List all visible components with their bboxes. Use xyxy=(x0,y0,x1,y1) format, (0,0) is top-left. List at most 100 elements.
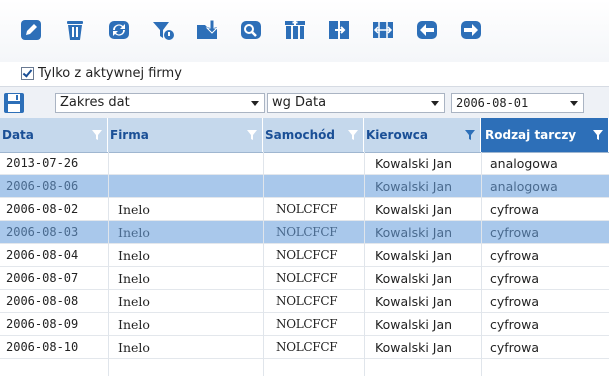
delete-button[interactable] xyxy=(63,18,87,42)
cell-rodzaj-tarczy: cyfrowa xyxy=(490,271,540,286)
trash-icon xyxy=(67,21,83,40)
cell-kierowca: Kowalski Jan xyxy=(375,294,453,309)
column-header-rodzaj-tarczy[interactable]: Rodzaj tarczy xyxy=(481,118,609,152)
column-header-kierowca[interactable]: Kierowca xyxy=(364,118,481,152)
column-divider xyxy=(481,152,482,376)
active-company-label: Tylko z aktywnej firmy xyxy=(38,65,182,81)
folder-download-icon xyxy=(197,19,219,39)
refresh-button[interactable] xyxy=(107,18,131,42)
cell-samochod: NOLCFCF xyxy=(276,294,338,308)
column-header-samochod[interactable]: Samochód xyxy=(263,118,364,152)
table-row[interactable]: 2006-08-10 Inelo NOLCFCF Kowalski Jan cy… xyxy=(0,336,609,359)
date-picker[interactable]: 2006-08-01 xyxy=(451,93,584,113)
active-company-checkbox[interactable] xyxy=(21,66,34,80)
cell-samochod: NOLCFCF xyxy=(276,317,338,331)
filter-icon[interactable] xyxy=(348,130,358,140)
grid-header: Data Firma Samochód Kierowca Rodzaj tarc… xyxy=(0,118,609,153)
cell-firma: Inelo xyxy=(118,248,150,263)
cell-rodzaj-tarczy: analogowa xyxy=(490,156,558,171)
cell-kierowca: Kowalski Jan xyxy=(375,202,453,217)
filter-clear-icon xyxy=(153,22,174,40)
cell-kierowca: Kowalski Jan xyxy=(375,271,453,286)
arrow-right-icon xyxy=(461,21,481,39)
chevron-down-icon xyxy=(570,101,578,106)
filter-icon[interactable] xyxy=(593,130,603,140)
table-row[interactable]: 2006-08-07 Inelo NOLCFCF Kowalski Jan cy… xyxy=(0,267,609,290)
pencil-icon xyxy=(21,20,41,40)
cell-kierowca: Kowalski Jan xyxy=(375,225,453,240)
table-row[interactable]: 2006-08-06 Kowalski Jan analogowa xyxy=(0,175,609,198)
columns-button[interactable] xyxy=(283,18,307,42)
column-header-label: Kierowca xyxy=(366,128,429,142)
table-row[interactable]: 2006-08-08 Inelo NOLCFCF Kowalski Jan cy… xyxy=(0,290,609,313)
refresh-icon xyxy=(109,21,129,39)
export-button[interactable] xyxy=(327,18,351,42)
cell-samochod: NOLCFCF xyxy=(276,225,338,239)
table-row[interactable]: 2006-08-03 Inelo NOLCFCF Kowalski Jan cy… xyxy=(0,221,609,244)
import-button[interactable] xyxy=(195,18,219,42)
cell-rodzaj-tarczy: cyfrowa xyxy=(490,248,540,263)
columns-icon xyxy=(285,20,305,39)
search-icon xyxy=(241,21,261,39)
cell-samochod: NOLCFCF xyxy=(276,340,338,354)
cell-kierowca: Kowalski Jan xyxy=(375,156,453,171)
forward-button[interactable] xyxy=(459,18,483,42)
filter-icon[interactable] xyxy=(247,130,257,140)
cell-rodzaj-tarczy: analogowa xyxy=(490,179,558,194)
cell-rodzaj-tarczy: cyfrowa xyxy=(490,340,540,355)
column-header-firma[interactable]: Firma xyxy=(108,118,263,152)
arrow-left-icon xyxy=(417,21,437,39)
field-value: wg Data xyxy=(272,95,327,110)
table-row[interactable]: 2006-08-04 Inelo NOLCFCF Kowalski Jan cy… xyxy=(0,244,609,267)
cell-firma: Inelo xyxy=(118,202,150,217)
fit-width-icon xyxy=(373,22,393,38)
column-divider xyxy=(364,152,365,376)
search-button[interactable] xyxy=(239,18,263,42)
field-select[interactable]: wg Data xyxy=(267,93,445,113)
cell-kierowca: Kowalski Jan xyxy=(375,179,453,194)
column-header-label: Rodzaj tarczy xyxy=(485,128,577,142)
date-range-select[interactable]: Zakres dat xyxy=(55,93,265,113)
cell-firma: Inelo xyxy=(118,340,150,355)
cell-rodzaj-tarczy: cyfrowa xyxy=(490,202,540,217)
filter-button[interactable] xyxy=(151,18,175,42)
toolbar xyxy=(0,0,609,62)
cell-data: 2006-08-06 xyxy=(6,179,79,193)
cell-kierowca: Kowalski Jan xyxy=(375,317,453,332)
cell-data: 2006-08-09 xyxy=(6,317,79,331)
cell-data: 2006-08-08 xyxy=(6,294,79,308)
cell-rodzaj-tarczy: cyfrowa xyxy=(490,294,540,309)
cell-data: 2006-08-04 xyxy=(6,248,79,262)
cell-kierowca: Kowalski Jan xyxy=(375,248,453,263)
table-row[interactable]: 2013-07-26 Kowalski Jan analogowa xyxy=(0,152,609,175)
cell-rodzaj-tarczy: cyfrowa xyxy=(490,317,540,332)
active-company-option[interactable]: Tylko z aktywnej firmy xyxy=(21,64,182,82)
cell-samochod: NOLCFCF xyxy=(276,202,338,216)
save-button[interactable] xyxy=(3,92,25,114)
column-header-label: Samochód xyxy=(265,128,335,142)
cell-data: 2006-08-03 xyxy=(6,225,79,239)
save-icon xyxy=(4,93,24,113)
cell-data: 2006-08-10 xyxy=(6,340,79,354)
cell-firma: Inelo xyxy=(118,225,150,240)
table-row[interactable]: 2006-08-02 Inelo NOLCFCF Kowalski Jan cy… xyxy=(0,198,609,221)
cell-samochod: NOLCFCF xyxy=(276,248,338,262)
cell-rodzaj-tarczy: cyfrowa xyxy=(490,225,540,240)
edit-button[interactable] xyxy=(19,18,43,42)
filter-icon[interactable] xyxy=(92,130,102,140)
table-row[interactable]: 2006-08-09 Inelo NOLCFCF Kowalski Jan cy… xyxy=(0,313,609,336)
back-button[interactable] xyxy=(415,18,439,42)
cell-data: 2013-07-26 xyxy=(6,156,79,170)
chevron-down-icon xyxy=(431,101,439,106)
cell-data: 2006-08-02 xyxy=(6,202,79,216)
fit-width-button[interactable] xyxy=(371,18,395,42)
column-divider xyxy=(108,152,109,376)
chevron-down-icon xyxy=(251,101,259,106)
column-divider xyxy=(263,152,264,376)
cell-samochod: NOLCFCF xyxy=(276,271,338,285)
column-header-data[interactable]: Data xyxy=(0,118,108,152)
filter-icon[interactable] xyxy=(465,130,475,140)
cell-data: 2006-08-07 xyxy=(6,271,79,285)
cell-firma: Inelo xyxy=(118,271,150,286)
date-value: 2006-08-01 xyxy=(456,96,529,110)
